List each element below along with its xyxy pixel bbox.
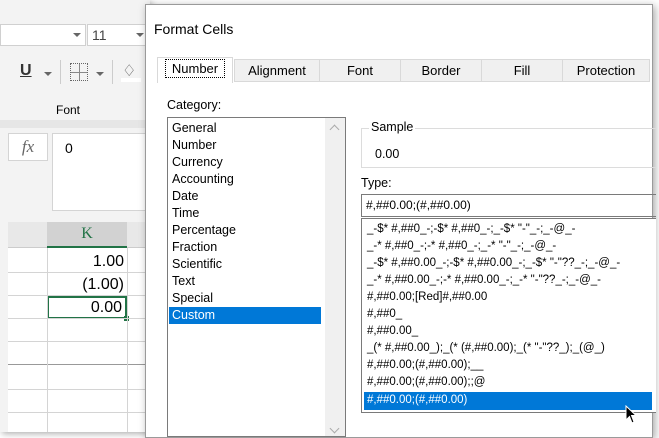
chevron-down-icon	[136, 33, 144, 37]
type-option[interactable]: _-* #,##0_-;-* #,##0_-;_-* "-"_-;_-@_-	[364, 238, 652, 255]
tab-border[interactable]: Border	[400, 59, 482, 82]
insert-function-button[interactable]: fx	[8, 133, 48, 161]
category-fraction[interactable]: Fraction	[172, 239, 322, 256]
sample-group: Sample 0.00	[361, 120, 656, 168]
underline-dropdown-icon[interactable]	[44, 72, 52, 76]
format-cells-dialog: Format Cells Number Alignment Font Borde…	[145, 4, 656, 438]
category-label: Category:	[167, 98, 222, 112]
type-label: Type:	[361, 176, 392, 190]
excel-window: 11 U ♢ Font fx 0 K 1.00 (1.00) 0.00	[0, 0, 150, 432]
underline-button[interactable]: U	[20, 62, 32, 80]
cell-k1[interactable]: 1.00	[47, 250, 127, 273]
scroll-down-icon[interactable]	[329, 423, 340, 434]
category-list[interactable]: General Number Currency Accounting Date …	[167, 117, 346, 437]
type-list[interactable]: _-$* #,##0_-;-$* #,##0_-;_-$* "-"_-;_-@_…	[361, 218, 656, 413]
tab-protection[interactable]: Protection	[562, 59, 650, 82]
type-option[interactable]: _-$* #,##0.00_-;-$* #,##0.00_-;_-$* "-"?…	[364, 255, 652, 272]
chevron-down-icon	[73, 33, 81, 37]
category-date[interactable]: Date	[172, 188, 322, 205]
sample-value: 0.00	[375, 147, 400, 161]
type-input[interactable]: #,##0.00;(#,##0.00)	[361, 194, 656, 217]
font-group-label: Font	[56, 103, 81, 117]
category-percentage[interactable]: Percentage	[172, 222, 322, 239]
category-general[interactable]: General	[172, 120, 322, 137]
font-size-combo[interactable]: 11	[87, 24, 149, 46]
tab-font[interactable]: Font	[319, 59, 401, 82]
tab-fill[interactable]: Fill	[481, 59, 563, 82]
borders-icon[interactable]	[70, 63, 88, 81]
type-option-selected[interactable]: #,##0.00;(#,##0.00)	[364, 392, 652, 410]
category-scientific[interactable]: Scientific	[172, 256, 322, 273]
dialog-title: Format Cells	[154, 21, 234, 37]
category-accounting[interactable]: Accounting	[172, 171, 322, 188]
category-special[interactable]: Special	[172, 290, 322, 307]
type-option[interactable]: #,##0.00_	[364, 323, 652, 340]
formula-bar[interactable]: 0	[52, 133, 150, 211]
sample-label: Sample	[369, 120, 416, 134]
type-option[interactable]: #,##0.00;[Red]#,##0.00	[364, 289, 652, 306]
font-name-combo[interactable]	[0, 24, 86, 46]
mouse-cursor-icon	[625, 405, 638, 424]
type-option[interactable]: _-$* #,##0_-;-$* #,##0_-;_-$* "-"_-;_-@_…	[364, 221, 652, 238]
cell-k2[interactable]: (1.00)	[47, 273, 127, 296]
tab-number[interactable]: Number	[157, 57, 233, 83]
font-size-value: 11	[92, 27, 107, 43]
category-time[interactable]: Time	[172, 205, 322, 222]
category-text[interactable]: Text	[172, 273, 322, 290]
cell-k3-selected[interactable]: 0.00	[47, 296, 127, 319]
type-option[interactable]: _(* #,##0.00_);_(* (#,##0.00);_(* "-"??_…	[364, 340, 652, 357]
category-currency[interactable]: Currency	[172, 154, 322, 171]
category-scrollbar[interactable]	[325, 118, 345, 436]
borders-dropdown-icon[interactable]	[96, 72, 104, 76]
type-option[interactable]: #,##0_	[364, 306, 652, 323]
scroll-up-icon[interactable]	[329, 124, 340, 135]
type-option[interactable]: #,##0.00;(#,##0.00);;@	[364, 374, 652, 391]
tab-alignment[interactable]: Alignment	[234, 59, 320, 82]
category-number[interactable]: Number	[172, 137, 322, 154]
type-option[interactable]: _-* #,##0.00_-;-* #,##0.00_-;_-* "-"??_-…	[364, 272, 652, 289]
column-header-k[interactable]: K	[47, 222, 127, 248]
category-custom[interactable]: Custom	[169, 307, 321, 324]
type-option[interactable]: #,##0.00;(#,##0.00);__	[364, 357, 652, 374]
